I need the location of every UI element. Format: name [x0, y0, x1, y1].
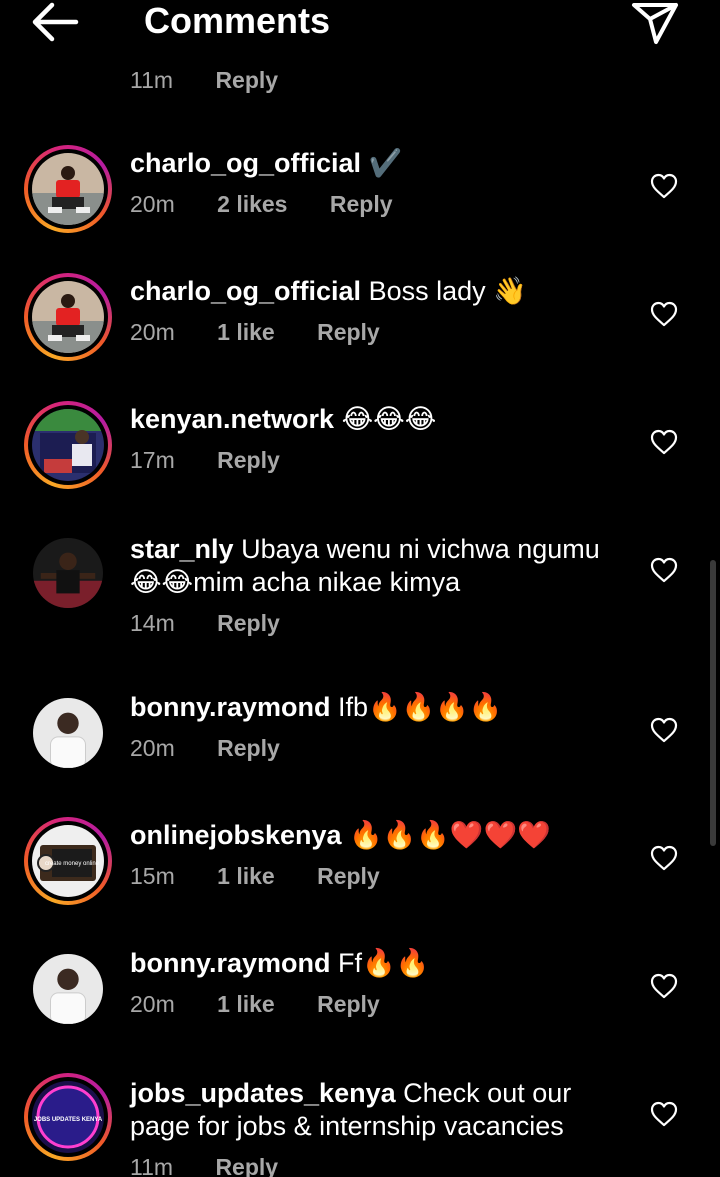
- avatar[interactable]: [24, 273, 112, 361]
- like-heart-icon[interactable]: [650, 301, 678, 327]
- comment-username[interactable]: kenyan.network: [130, 404, 334, 434]
- avatar[interactable]: create money online: [24, 817, 112, 905]
- comment-text: Boss lady 👋: [368, 276, 527, 306]
- comment-text: 😂😂😂: [341, 404, 437, 434]
- reply-button[interactable]: Reply: [317, 319, 380, 345]
- comment-text: ✔️: [368, 148, 403, 178]
- reply-button[interactable]: Reply: [317, 863, 380, 889]
- reply-button[interactable]: Reply: [215, 1154, 278, 1177]
- page-title: Comments: [144, 0, 331, 41]
- comment-username[interactable]: charlo_og_official: [130, 276, 361, 306]
- likes-count[interactable]: 1 like: [217, 991, 275, 1017]
- comment-time: 20m: [130, 191, 175, 217]
- like-heart-icon[interactable]: [650, 557, 678, 583]
- comment-username[interactable]: onlinejobskenya: [130, 820, 342, 850]
- comments-list[interactable]: 11m Reply charlo_og_official ✔️ 20m 2 li…: [0, 0, 720, 1177]
- reply-button[interactable]: Reply: [317, 991, 380, 1017]
- avatar[interactable]: [24, 401, 112, 489]
- comment-username[interactable]: bonny.raymond: [130, 948, 331, 978]
- comment-time: 20m: [130, 991, 175, 1017]
- comment-time: 11m: [130, 67, 174, 93]
- avatar-sign-text: create money online: [45, 861, 100, 867]
- reply-button[interactable]: Reply: [217, 610, 280, 636]
- comment-time: 20m: [130, 735, 175, 761]
- avatar-badge-text: JOBS UPDATES KENYA: [34, 1117, 103, 1123]
- reply-button[interactable]: Reply: [217, 447, 280, 473]
- comment-time: 20m: [130, 319, 175, 345]
- avatar[interactable]: [24, 945, 112, 1033]
- like-heart-icon[interactable]: [650, 973, 678, 999]
- back-arrow-icon[interactable]: [30, 0, 82, 44]
- reply-button[interactable]: Reply: [217, 735, 280, 761]
- like-heart-icon[interactable]: [650, 717, 678, 743]
- comment-time: 15m: [130, 863, 175, 889]
- comment-time: 14m: [130, 610, 175, 636]
- comment-username[interactable]: jobs_updates_kenya: [130, 1078, 396, 1108]
- avatar[interactable]: [24, 529, 112, 617]
- comment-username[interactable]: charlo_og_official: [130, 148, 361, 178]
- comment-username[interactable]: star_nly: [130, 534, 234, 564]
- comment-text: Ff🔥🔥: [338, 948, 430, 978]
- like-heart-icon[interactable]: [650, 429, 678, 455]
- comment-time: 11m: [130, 1154, 174, 1177]
- comment-text: Ifb🔥🔥🔥🔥: [338, 692, 503, 722]
- likes-count[interactable]: 2 likes: [217, 191, 287, 217]
- likes-count[interactable]: 1 like: [217, 319, 275, 345]
- comment-text: 🔥🔥🔥❤️❤️❤️: [349, 820, 551, 850]
- avatar[interactable]: JOBS UPDATES KENYA: [24, 1073, 112, 1161]
- like-heart-icon[interactable]: [650, 173, 678, 199]
- top-bar: Comments: [0, 0, 720, 62]
- comment-username[interactable]: bonny.raymond: [130, 692, 331, 722]
- like-heart-icon[interactable]: [650, 845, 678, 871]
- reply-button[interactable]: Reply: [215, 67, 278, 93]
- comment-time: 17m: [130, 447, 175, 473]
- share-send-icon[interactable]: [630, 0, 680, 46]
- reply-button[interactable]: Reply: [330, 191, 393, 217]
- avatar[interactable]: [24, 689, 112, 777]
- likes-count[interactable]: 1 like: [217, 863, 275, 889]
- avatar[interactable]: [24, 145, 112, 233]
- like-heart-icon[interactable]: [650, 1101, 678, 1127]
- scrollbar[interactable]: [710, 560, 716, 846]
